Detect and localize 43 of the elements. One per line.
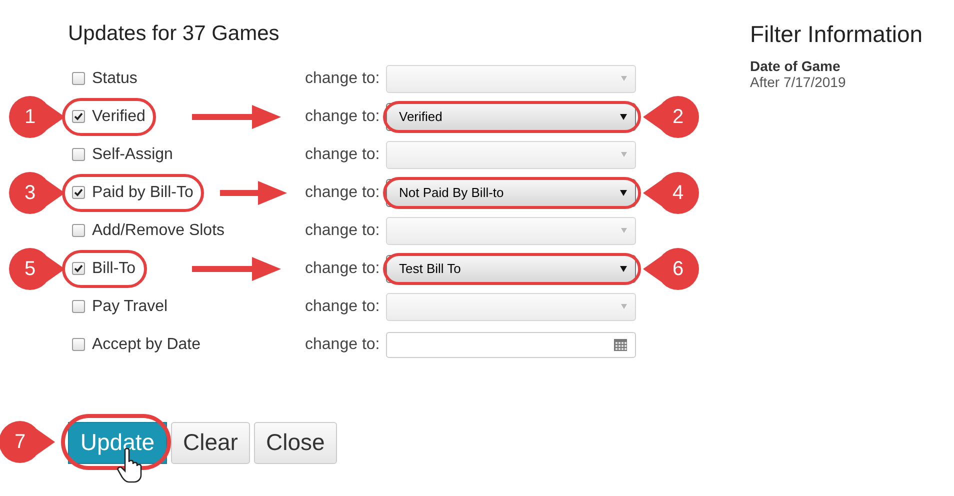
change-to-label: change to: [305, 296, 381, 316]
filter-title: Filter Information [750, 20, 923, 49]
caret-icon [620, 190, 627, 196]
change-to-label: change to: [305, 258, 381, 278]
form-title: Updates for 37 Games [68, 21, 280, 47]
dropdown[interactable]: Verified [386, 102, 636, 130]
caret-icon [621, 228, 627, 233]
dropdown[interactable]: Not Paid By Bill-to [386, 178, 636, 206]
filter-field-label: Date of Game [750, 58, 842, 74]
option-label: Self-Assign [92, 144, 173, 164]
caret-icon [620, 114, 627, 120]
caret-icon [620, 266, 627, 272]
option-label: Pay Travel [92, 296, 168, 316]
option-label: Paid by Bill-To [92, 182, 194, 202]
arrow [218, 180, 288, 206]
change-to-label: change to: [305, 68, 381, 88]
update-button[interactable]: Update [68, 422, 167, 464]
change-to-label: change to: [305, 334, 381, 354]
change-to-label: change to: [305, 220, 381, 240]
caret-icon [621, 152, 627, 157]
option-label: Accept by Date [92, 334, 200, 354]
change-to-label: change to: [305, 106, 381, 126]
caret-icon [621, 76, 627, 81]
checkbox[interactable] [72, 262, 85, 275]
option-label: Add/Remove Slots [92, 220, 225, 240]
change-to-label: change to: [305, 182, 381, 202]
checkbox[interactable] [72, 186, 85, 199]
option-label: Status [92, 68, 138, 88]
checkbox[interactable] [72, 338, 85, 351]
checkbox[interactable] [72, 110, 85, 123]
action-button[interactable]: Close [254, 422, 337, 464]
dropdown-value: Verified [399, 108, 442, 126]
option-label: Bill-To [92, 258, 136, 278]
calendar-icon[interactable] [614, 338, 627, 350]
filter-field-value: After 7/17/2019 [750, 74, 847, 90]
caret-icon [621, 304, 627, 309]
dropdown-value: Not Paid By Bill-to [399, 184, 504, 202]
change-to-label: change to: [305, 144, 381, 164]
action-button[interactable]: Clear [171, 422, 250, 464]
dropdown-value: Test Bill To [399, 260, 461, 278]
option-label: Verified [92, 106, 146, 126]
dropdown[interactable]: Test Bill To [386, 254, 636, 282]
date-field[interactable] [386, 332, 636, 358]
